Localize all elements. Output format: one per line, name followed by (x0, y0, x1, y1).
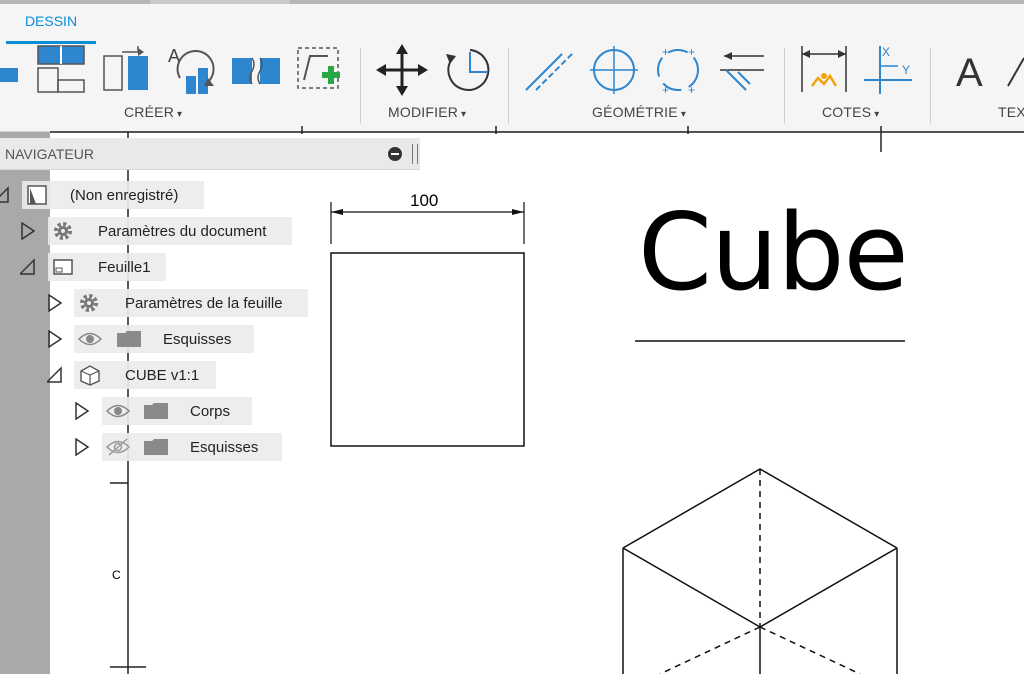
collapse-triangle-icon[interactable] (20, 258, 36, 276)
center-mark-icon[interactable] (588, 42, 640, 98)
group-geometrie-label[interactable]: GÉOMÉTRIE ▾ (592, 104, 686, 120)
eye-icon[interactable] (106, 402, 130, 420)
tree-item-sheet-params[interactable]: Paramètres de la feuille (74, 289, 308, 317)
projected-view-icon[interactable] (100, 42, 152, 98)
svg-text:+: + (662, 45, 669, 59)
group-texte-label[interactable]: TEX (998, 104, 1024, 120)
group-modifier-label[interactable]: MODIFIER ▾ (388, 104, 466, 120)
svg-text:+: + (688, 83, 695, 97)
tree-item-feuille1[interactable]: Feuille1 (48, 253, 166, 281)
ribbon-toolbar: DESSIN A CRÉER ▾ MODIFIER ▾ + + + + GÉOM… (0, 4, 1024, 132)
dimension-icon[interactable] (798, 42, 850, 98)
tree-item-esquisses-component[interactable]: Esquisses (102, 433, 282, 461)
tree-item-corps[interactable]: Corps (102, 397, 252, 425)
partial-view-icon[interactable] (0, 42, 26, 98)
expand-triangle-icon[interactable] (47, 294, 63, 312)
tab-dessin[interactable]: DESSIN (6, 10, 96, 44)
tree-item-cube-v1[interactable]: CUBE v1:1 (74, 361, 216, 389)
tree-item-esquisses-sheet[interactable]: Esquisses (74, 325, 254, 353)
sheet-doc-icon (26, 184, 48, 206)
gear-icon (78, 292, 100, 314)
rotate-icon[interactable] (440, 42, 492, 98)
folder-icon (116, 330, 142, 348)
svg-text:A: A (956, 51, 983, 95)
break-view-icon[interactable] (230, 42, 282, 98)
svg-text:Y: Y (902, 63, 910, 77)
center-mark-pattern-icon[interactable]: + + + + (652, 42, 704, 98)
tree-item-doc-params[interactable]: Paramètres du document (48, 217, 292, 245)
expand-triangle-icon[interactable] (47, 330, 63, 348)
svg-text:X: X (882, 45, 890, 59)
gear-icon (52, 220, 74, 242)
edge-extension-icon[interactable] (716, 42, 768, 98)
group-cotes-label[interactable]: COTES ▾ (822, 104, 879, 120)
svg-text:+: + (662, 83, 669, 97)
folder-icon (143, 438, 169, 456)
tree-item-document[interactable]: (Non enregistré) (22, 181, 204, 209)
collapse-triangle-icon[interactable] (47, 366, 63, 384)
eye-icon[interactable] (78, 330, 102, 348)
expand-triangle-icon[interactable] (20, 222, 36, 240)
panel-grip-icon[interactable] (412, 144, 418, 164)
sketch-view-icon[interactable] (294, 42, 346, 98)
collapse-triangle-icon[interactable] (0, 186, 10, 204)
svg-text:+: + (688, 45, 695, 59)
expand-triangle-icon[interactable] (74, 438, 90, 456)
zone-label: C (112, 568, 121, 582)
group-creer-label[interactable]: CRÉER ▾ (124, 104, 182, 120)
expand-triangle-icon[interactable] (74, 402, 90, 420)
navigator-header[interactable]: NAVIGATEUR (0, 138, 420, 170)
ordinate-dimension-icon[interactable]: X Y (862, 42, 914, 98)
folder-icon (143, 402, 169, 420)
sheet-margin (0, 132, 50, 674)
drawing-title: Cube (638, 191, 909, 314)
dimension-value[interactable]: 100 (410, 191, 438, 211)
navigator-title: NAVIGATEUR (5, 146, 94, 162)
sheet-icon (52, 256, 74, 278)
section-view-icon[interactable]: A (164, 42, 216, 98)
move-icon[interactable] (376, 42, 428, 98)
text-tool-icon[interactable]: A (944, 42, 996, 98)
eye-hidden-icon[interactable] (106, 438, 130, 456)
centerline-icon[interactable] (522, 42, 574, 98)
leader-text-icon[interactable] (1002, 42, 1024, 98)
base-view-icon[interactable] (34, 42, 86, 98)
cube-icon (78, 364, 102, 386)
collapse-icon[interactable] (388, 147, 402, 161)
